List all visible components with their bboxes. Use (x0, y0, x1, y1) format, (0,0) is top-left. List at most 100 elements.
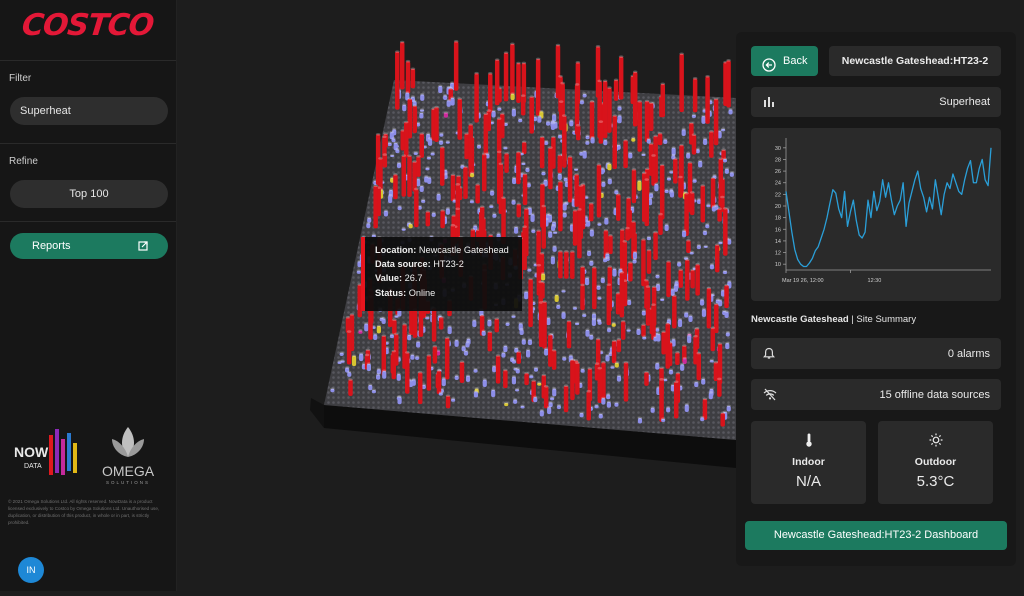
sensor-bar[interactable] (620, 321, 626, 340)
user-avatar[interactable]: IN (18, 557, 44, 583)
refine-select[interactable]: Top 100 (10, 180, 168, 208)
sensor-bar[interactable] (557, 154, 563, 174)
sensor-bar[interactable] (612, 115, 617, 170)
sensor-bar[interactable] (641, 324, 646, 337)
sensor-bar[interactable] (548, 147, 553, 190)
sensor-bar[interactable] (503, 369, 508, 389)
sensor-bar[interactable] (494, 318, 499, 333)
sensor-bar[interactable] (706, 288, 712, 329)
sensor-bar[interactable] (468, 124, 473, 178)
sensor-bar[interactable] (522, 226, 527, 271)
site-dashboard-button[interactable]: Newcastle Gateshead:HT23-2 Dashboard (745, 521, 1007, 550)
sensor-bar[interactable] (723, 208, 728, 256)
sensor-bar[interactable] (606, 284, 612, 326)
sensor-bar[interactable] (404, 122, 409, 158)
sensor-bar[interactable] (412, 105, 417, 134)
sensor-bar[interactable] (705, 76, 710, 124)
sensor-bar[interactable] (399, 42, 405, 90)
sensor-bar[interactable] (496, 118, 502, 154)
sensor-bar[interactable] (516, 63, 521, 104)
sensor-bar[interactable] (431, 308, 437, 342)
sensor-bar[interactable] (631, 169, 637, 204)
sensor-bar[interactable] (659, 164, 665, 220)
sensor-bar[interactable] (412, 309, 418, 338)
sensor-bar[interactable] (608, 235, 613, 255)
sensor-bar[interactable] (724, 285, 729, 309)
sensor-bar[interactable] (661, 331, 666, 355)
sensor-bar[interactable] (589, 101, 595, 141)
sensor-bar[interactable] (445, 395, 451, 409)
sensor-bar[interactable] (570, 251, 575, 280)
reports-button[interactable]: Reports (10, 233, 168, 259)
sensor-bar[interactable] (710, 177, 716, 209)
back-button[interactable]: Back (751, 46, 818, 76)
sensor-bar[interactable] (495, 355, 501, 384)
sensor-bar[interactable] (618, 56, 624, 100)
sensor-bar[interactable] (720, 412, 725, 427)
sensor-bar[interactable] (592, 267, 597, 310)
sensor-bar[interactable] (625, 228, 630, 241)
sensor-bar[interactable] (434, 107, 439, 143)
sensor-bar[interactable] (516, 204, 522, 218)
sensor-bar[interactable] (623, 140, 628, 169)
sensor-bar[interactable] (637, 180, 642, 191)
sensor-bar[interactable] (432, 346, 438, 364)
sensor-bar[interactable] (535, 58, 541, 116)
sensor-bar[interactable] (566, 321, 572, 349)
sensor-bar[interactable] (710, 327, 716, 352)
sensor-bar[interactable] (348, 379, 353, 396)
sensor-bar[interactable] (575, 125, 581, 141)
sensor-bar[interactable] (653, 232, 658, 261)
sensor-bar[interactable] (586, 391, 591, 421)
sensor-bar[interactable] (425, 211, 431, 227)
sensor-bar[interactable] (574, 174, 579, 207)
sensor-bar[interactable] (570, 359, 575, 401)
sensor-bar[interactable] (726, 60, 731, 108)
sensor-bar[interactable] (580, 266, 585, 286)
sensor-bar[interactable] (483, 113, 489, 158)
sensor-bar[interactable] (520, 95, 526, 116)
sensor-bar[interactable] (572, 210, 578, 246)
sensor-bar[interactable] (522, 173, 528, 206)
sensor-bar[interactable] (564, 251, 569, 279)
sensor-bar[interactable] (691, 134, 697, 155)
sensor-bar[interactable] (700, 185, 706, 223)
sensor-bar[interactable] (393, 174, 398, 200)
sensor-bar[interactable] (637, 101, 642, 152)
sensor-bar[interactable] (651, 304, 656, 340)
sensor-bar[interactable] (613, 79, 619, 101)
sensor-bar[interactable] (616, 339, 622, 353)
sensor-bar[interactable] (689, 192, 695, 216)
sensor-bar[interactable] (436, 370, 442, 395)
filter-select[interactable]: Superheat (10, 97, 168, 125)
sensor-bar[interactable] (685, 259, 690, 301)
sensor-bar[interactable] (658, 214, 663, 236)
sensor-bar[interactable] (528, 278, 533, 328)
sensor-bar[interactable] (542, 301, 547, 349)
sensor-bar[interactable] (567, 156, 573, 203)
sensor-bar[interactable] (619, 272, 625, 318)
sensor-bar[interactable] (657, 133, 663, 146)
offline-sources-card[interactable]: 15 offline data sources (751, 379, 1001, 410)
costco-logo[interactable]: COSTCO (20, 8, 155, 43)
sensor-bar[interactable] (373, 185, 378, 229)
sensor-bar[interactable] (504, 153, 509, 173)
sensor-bar[interactable] (450, 174, 456, 202)
sensor-bar[interactable] (457, 98, 463, 140)
sensor-bar[interactable] (453, 41, 459, 91)
sensor-bar[interactable] (644, 179, 650, 227)
sensor-bar[interactable] (696, 353, 702, 381)
sensor-bar[interactable] (644, 372, 649, 386)
superheat-chart[interactable]: 10 12 14 16 18 20 22 24 26 28 30 Mar 19 26, 12:00 12… (751, 128, 1001, 301)
sensor-bar[interactable] (678, 269, 683, 288)
sensor-bar[interactable] (659, 379, 664, 422)
sensor-bar[interactable] (416, 156, 421, 177)
sensor-bar[interactable] (529, 96, 534, 134)
sensor-bar[interactable] (598, 121, 604, 144)
sensor-bar[interactable] (438, 317, 444, 330)
metric-selector[interactable]: Superheat (751, 87, 1001, 117)
sensor-bar[interactable] (401, 155, 407, 197)
sensor-bar[interactable] (474, 73, 479, 123)
sensor-bar[interactable] (651, 155, 656, 186)
sensor-bar[interactable] (660, 83, 666, 118)
